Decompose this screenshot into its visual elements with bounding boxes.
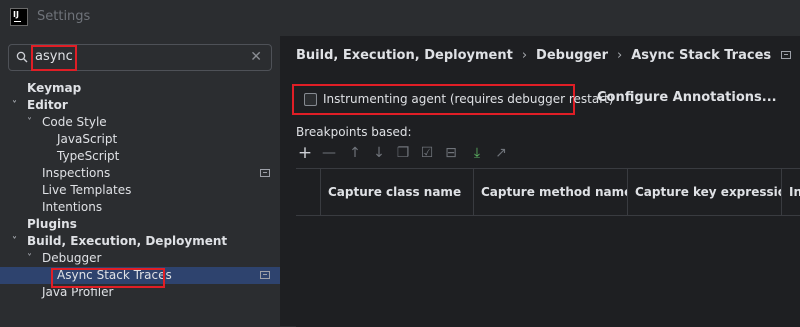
table-toolbar: + — ↑ ↓ ❐ ☑ ⊟ ⤓ ↗ <box>296 144 800 164</box>
table-header: Capture class name Capture method name C… <box>296 169 800 216</box>
copy-icon[interactable]: ❐ <box>394 144 412 162</box>
tree-item-label: JavaScript <box>57 132 118 146</box>
chevron-down-icon[interactable]: ˅ <box>27 250 37 267</box>
add-icon[interactable]: + <box>296 144 314 162</box>
clear-search-icon[interactable]: ✕ <box>250 49 262 65</box>
instrumenting-agent-checkbox[interactable] <box>304 93 317 106</box>
tree-item-label: Keymap <box>27 81 82 95</box>
tree-item-label: Debugger <box>42 251 102 265</box>
breakpoints-table[interactable]: Capture class name Capture method name C… <box>296 168 800 327</box>
instrumenting-agent-option[interactable]: Instrumenting agent (requires debugger r… <box>292 84 614 115</box>
tree-item[interactable]: Live Templates <box>0 182 280 199</box>
move-down-icon[interactable]: ↓ <box>370 144 388 162</box>
tree-item[interactable]: ˅ Editor <box>0 97 280 114</box>
chevron-down-icon[interactable]: ˅ <box>12 97 22 114</box>
tree-item-label: Code Style <box>42 115 107 129</box>
project-settings-icon <box>781 50 792 59</box>
import-icon[interactable]: ⤓ <box>468 144 486 162</box>
tree-item-label: Intentions <box>42 200 103 214</box>
tree-item-label: Editor <box>27 98 68 112</box>
tree-item[interactable]: JavaScript <box>0 131 280 148</box>
tree-item[interactable]: Intentions <box>0 199 280 216</box>
chevron-down-icon[interactable]: ˅ <box>12 233 22 250</box>
uncheck-all-icon[interactable]: ⊟ <box>442 144 460 162</box>
breadcrumb-item[interactable]: Build, Execution, Deployment <box>296 48 513 63</box>
search-highlight-box <box>31 45 77 71</box>
remove-icon[interactable]: — <box>320 144 338 162</box>
chevron-right-icon: › <box>617 48 623 63</box>
tree-item[interactable]: Keymap <box>0 80 280 97</box>
tree-item[interactable]: ˅ Code Style <box>0 114 280 131</box>
tree-item[interactable]: ˅ Debugger <box>0 250 280 267</box>
chevron-right-icon: › <box>521 48 528 63</box>
search-icon <box>16 51 28 63</box>
column-header[interactable]: Capture key expression <box>627 169 781 215</box>
tree-item-label: Inspections <box>42 166 111 180</box>
instrumenting-agent-label[interactable]: Instrumenting agent (requires debugger r… <box>323 92 614 106</box>
tree-item[interactable]: Inspections <box>0 165 280 182</box>
tree-item-label: Build, Execution, Deployment <box>27 234 228 248</box>
project-settings-icon <box>260 169 270 177</box>
breadcrumb-item: Async Stack Traces <box>631 48 772 63</box>
settings-content: Build, Execution, Deployment › Debugger › As… <box>281 36 800 327</box>
move-up-icon[interactable]: ↑ <box>346 144 364 162</box>
title-bar: IJ Settings <box>0 0 800 36</box>
project-settings-icon <box>260 271 270 279</box>
tree-item[interactable]: ˅ Build, Execution, Deployment <box>0 233 280 250</box>
breakpoints-based-label: Breakpoints based: <box>296 125 412 139</box>
tree-item-label: Live Templates <box>42 183 132 197</box>
window-title: Settings <box>37 9 91 24</box>
tree-item-label: TypeScript <box>57 149 120 163</box>
tree-item[interactable]: TypeScript <box>0 148 280 165</box>
selected-item-highlight-box <box>51 268 165 288</box>
configure-annotations-button[interactable]: Configure Annotations... <box>597 90 777 105</box>
check-all-icon[interactable]: ☑ <box>418 144 436 162</box>
chevron-down-icon[interactable]: ˅ <box>27 114 37 131</box>
column-header[interactable]: Capture method name <box>473 169 627 215</box>
app-logo-icon: IJ <box>10 8 28 26</box>
breadcrumb-item[interactable]: Debugger <box>536 48 608 63</box>
export-icon[interactable]: ↗ <box>492 144 510 162</box>
column-header[interactable]: Capture class name <box>320 169 474 215</box>
column-header[interactable]: Insert class name <box>781 169 800 215</box>
tree-item[interactable]: Plugins <box>0 216 280 233</box>
tree-item-label: Plugins <box>27 217 77 231</box>
breadcrumb: Build, Execution, Deployment › Debugger › As… <box>296 48 792 63</box>
